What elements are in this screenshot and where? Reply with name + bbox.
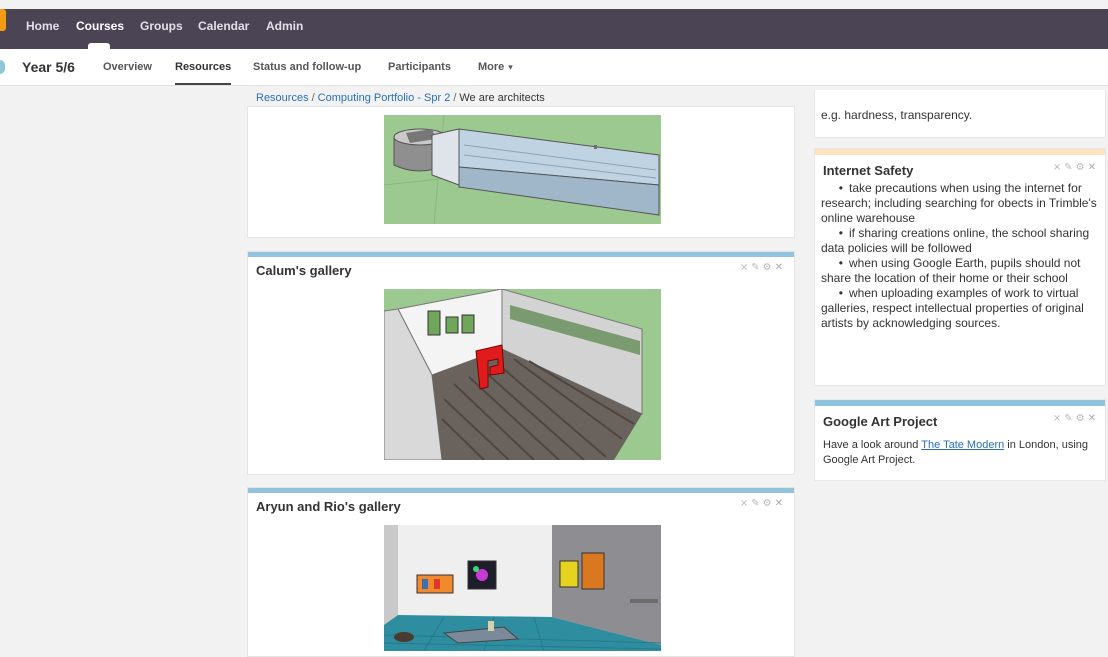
settings-icon[interactable]: ⚙ <box>1076 162 1088 173</box>
settings-icon[interactable]: ⚙ <box>763 262 775 273</box>
collapse-icon[interactable]: ⨯ <box>740 498 751 509</box>
description-text: Have a look around <box>823 439 922 451</box>
resource-card-building <box>247 106 795 238</box>
list-item: • when uploading examples of work to virt… <box>821 286 1084 330</box>
card-title: Aryun and Rio's gallery <box>256 499 401 514</box>
breadcrumb-resources[interactable]: Resources <box>256 92 309 104</box>
tab-more[interactable]: More ▾ <box>478 49 513 85</box>
breadcrumb-portfolio[interactable]: Computing Portfolio - Spr 2 <box>318 92 451 104</box>
tab-resources[interactable]: Resources <box>175 49 232 85</box>
list-item: • take precautions when using the interne… <box>821 181 1097 225</box>
close-icon[interactable]: ✕ <box>775 498 786 509</box>
edit-icon[interactable]: ✎ <box>1064 162 1075 173</box>
google-art-description: Have a look around The Tate Modern in Lo… <box>823 438 1099 468</box>
panel-title: Internet Safety <box>823 163 914 178</box>
chevron-down-icon: ▾ <box>508 62 513 72</box>
nav-home[interactable]: Home <box>26 9 59 49</box>
tab-overview[interactable]: Overview <box>103 49 152 85</box>
tab-more-label: More <box>478 61 505 73</box>
calums-gallery-image[interactable] <box>384 289 661 460</box>
card-accent-bar <box>248 488 794 493</box>
card-accent-bar <box>248 252 794 257</box>
panel-tools: ⨯✎⚙✕ <box>1053 162 1099 173</box>
nav-calendar[interactable]: Calendar <box>198 9 249 49</box>
close-icon[interactable]: ✕ <box>1088 162 1099 173</box>
aryun-rio-gallery-image[interactable] <box>384 525 661 651</box>
google-art-project-panel: Google Art Project ⨯✎⚙✕ Have a look arou… <box>814 399 1106 481</box>
collapse-icon[interactable]: ⨯ <box>1053 413 1064 424</box>
resource-card-aryun-rio-gallery: Aryun and Rio's gallery ⨯✎⚙✕ <box>247 487 795 657</box>
edit-icon[interactable]: ✎ <box>751 498 762 509</box>
edit-icon[interactable]: ✎ <box>1064 413 1075 424</box>
course-subnav: Year 5/6 Overview Resources Status and f… <box>0 49 1108 86</box>
course-title[interactable]: Year 5/6 <box>22 49 75 85</box>
card-title: Calum's gallery <box>256 263 352 278</box>
settings-icon[interactable]: ⚙ <box>1076 413 1088 424</box>
card-tools: ⨯✎⚙✕ <box>740 262 786 273</box>
list-item: • when using Google Earth, pupils should … <box>821 256 1081 285</box>
nav-groups[interactable]: Groups <box>140 9 183 49</box>
close-icon[interactable]: ✕ <box>775 262 786 273</box>
tab-status-follow-up[interactable]: Status and follow-up <box>253 49 361 85</box>
sidebar-top-text: e.g. hardness, transparency. <box>821 108 973 122</box>
resource-card-calums-gallery: Calum's gallery ⨯✎⚙✕ <box>247 251 795 475</box>
internet-safety-panel: Internet Safety ⨯✎⚙✕ • take precautions w… <box>814 148 1106 386</box>
tate-modern-link[interactable]: The Tate Modern <box>921 439 1004 451</box>
edit-icon[interactable]: ✎ <box>751 262 762 273</box>
internet-safety-list: • take precautions when using the interne… <box>821 181 1099 331</box>
panel-tools: ⨯✎⚙✕ <box>1053 413 1099 424</box>
breadcrumb: Resources / Computing Portfolio - Spr 2/We… <box>256 92 545 104</box>
brand-logo[interactable] <box>0 9 6 31</box>
tab-participants[interactable]: Participants <box>388 49 451 85</box>
list-item: • if sharing creations online, the school… <box>821 226 1090 255</box>
panel-accent-bar <box>815 149 1105 155</box>
breadcrumb-separator: / <box>311 92 315 104</box>
nav-admin[interactable]: Admin <box>266 9 303 49</box>
settings-icon[interactable]: ⚙ <box>763 498 775 509</box>
building-model-image[interactable] <box>384 115 661 224</box>
sidebar-previous-section: e.g. hardness, transparency. <box>814 90 1106 138</box>
panel-title: Google Art Project <box>823 414 938 429</box>
breadcrumb-current: We are architects <box>459 92 545 104</box>
course-color-indicator <box>0 60 5 74</box>
top-navigation: Home Courses Groups Calendar Admin <box>0 9 1108 49</box>
panel-accent-bar <box>815 400 1105 406</box>
close-icon[interactable]: ✕ <box>1088 413 1099 424</box>
collapse-icon[interactable]: ⨯ <box>1053 162 1064 173</box>
collapse-icon[interactable]: ⨯ <box>740 262 751 273</box>
card-tools: ⨯✎⚙✕ <box>740 498 786 509</box>
breadcrumb-separator: / <box>453 92 457 104</box>
